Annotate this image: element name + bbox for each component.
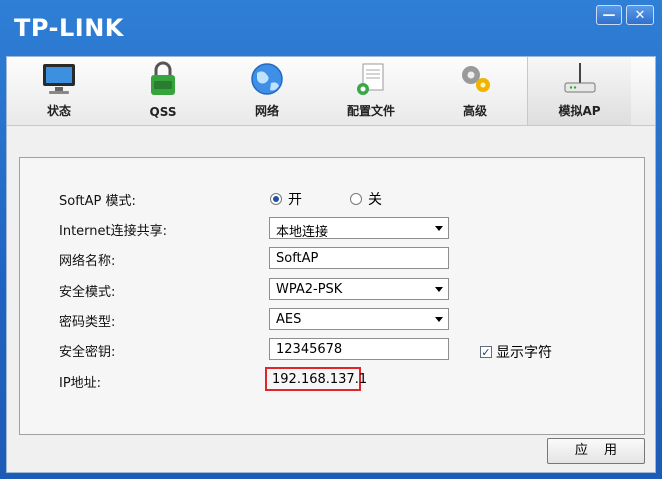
- select-value: 本地连接: [276, 225, 329, 240]
- tab-bar: 状态 QSS 网络 配置文件 高级 模拟AP: [7, 57, 655, 126]
- tab-label: 模拟AP: [558, 104, 601, 118]
- brand-logo: TP-LINK: [14, 14, 124, 42]
- dropdown-arrow-icon: [435, 317, 443, 322]
- app-window: TP-LINK — ✕ 状态 QSS 网络 配置文件 高级 模拟AP SoftA…: [0, 0, 662, 479]
- client-area: 状态 QSS 网络 配置文件 高级 模拟AP SoftAP 模式: 开 关 In…: [6, 56, 656, 473]
- cipher-type-label: 密码类型:: [59, 315, 116, 330]
- security-mode-label: 安全模式:: [59, 285, 116, 300]
- security-key-row: 安全密钥: 12345678 ✓ 显示字符: [20, 338, 644, 362]
- ip-address-row: IP地址: 192.168.137.1: [20, 367, 644, 393]
- select-value: WPA2-PSK: [276, 282, 343, 297]
- apply-button[interactable]: 应 用: [547, 438, 645, 464]
- security-key-input[interactable]: 12345678: [269, 338, 449, 360]
- qss-lock-icon: [151, 61, 175, 95]
- internet-share-label: Internet连接共享:: [59, 224, 167, 239]
- tab-profile[interactable]: 配置文件: [319, 57, 423, 125]
- document-gear-icon: [357, 63, 384, 95]
- tab-network[interactable]: 网络: [215, 57, 319, 125]
- network-name-input[interactable]: SoftAP: [269, 247, 449, 269]
- gears-icon: [462, 66, 490, 92]
- title-bar: TP-LINK — ✕: [0, 0, 662, 56]
- network-name-row: 网络名称: SoftAP: [20, 247, 644, 271]
- softap-on-radio[interactable]: 开: [270, 189, 302, 209]
- monitor-icon: [43, 64, 75, 94]
- window-controls: — ✕: [592, 5, 654, 25]
- radio-dot-icon: [350, 193, 362, 205]
- ip-address-value: 192.168.137.1: [265, 367, 367, 391]
- radio-label: 关: [368, 192, 382, 208]
- security-mode-row: 安全模式: WPA2-PSK: [20, 278, 644, 302]
- radio-dot-icon: [270, 193, 282, 205]
- globe-icon: [251, 63, 283, 95]
- tab-label: 状态: [46, 104, 71, 118]
- internet-share-row: Internet连接共享: 本地连接: [20, 217, 644, 241]
- radio-label: 开: [288, 192, 302, 208]
- internet-share-select[interactable]: 本地连接: [269, 217, 449, 240]
- softap-mode-label: SoftAP 模式:: [59, 194, 136, 209]
- network-name-label: 网络名称:: [59, 254, 116, 269]
- softap-off-radio[interactable]: 关: [350, 189, 382, 209]
- tab-softap[interactable]: 模拟AP: [527, 57, 631, 125]
- ip-address-label: IP地址:: [59, 376, 102, 391]
- tab-label: 网络: [254, 104, 279, 118]
- show-chars-checkbox[interactable]: ✓ 显示字符: [480, 342, 552, 362]
- cipher-type-select[interactable]: AES: [269, 308, 449, 330]
- security-key-label: 安全密钥:: [59, 345, 116, 360]
- softap-mode-row: SoftAP 模式: 开 关: [20, 187, 644, 211]
- security-mode-select[interactable]: WPA2-PSK: [269, 278, 449, 300]
- tab-qss[interactable]: QSS: [111, 57, 215, 125]
- checkbox-check-icon: ✓: [480, 346, 492, 359]
- close-button[interactable]: ✕: [626, 5, 654, 25]
- tab-label: 配置文件: [346, 104, 395, 118]
- softap-settings-panel: SoftAP 模式: 开 关 Internet连接共享: 本地连接 网络名称: …: [19, 157, 645, 435]
- dropdown-arrow-icon: [435, 226, 443, 231]
- cipher-type-row: 密码类型: AES: [20, 308, 644, 332]
- minimize-button[interactable]: —: [596, 5, 622, 25]
- checkbox-label: 显示字符: [496, 345, 552, 361]
- tab-label: 高级: [462, 104, 487, 118]
- tab-status[interactable]: 状态: [7, 57, 111, 125]
- select-value: AES: [276, 312, 302, 327]
- router-icon: [564, 63, 595, 93]
- tab-label: QSS: [149, 105, 177, 119]
- tab-advanced[interactable]: 高级: [423, 57, 527, 125]
- dropdown-arrow-icon: [435, 287, 443, 292]
